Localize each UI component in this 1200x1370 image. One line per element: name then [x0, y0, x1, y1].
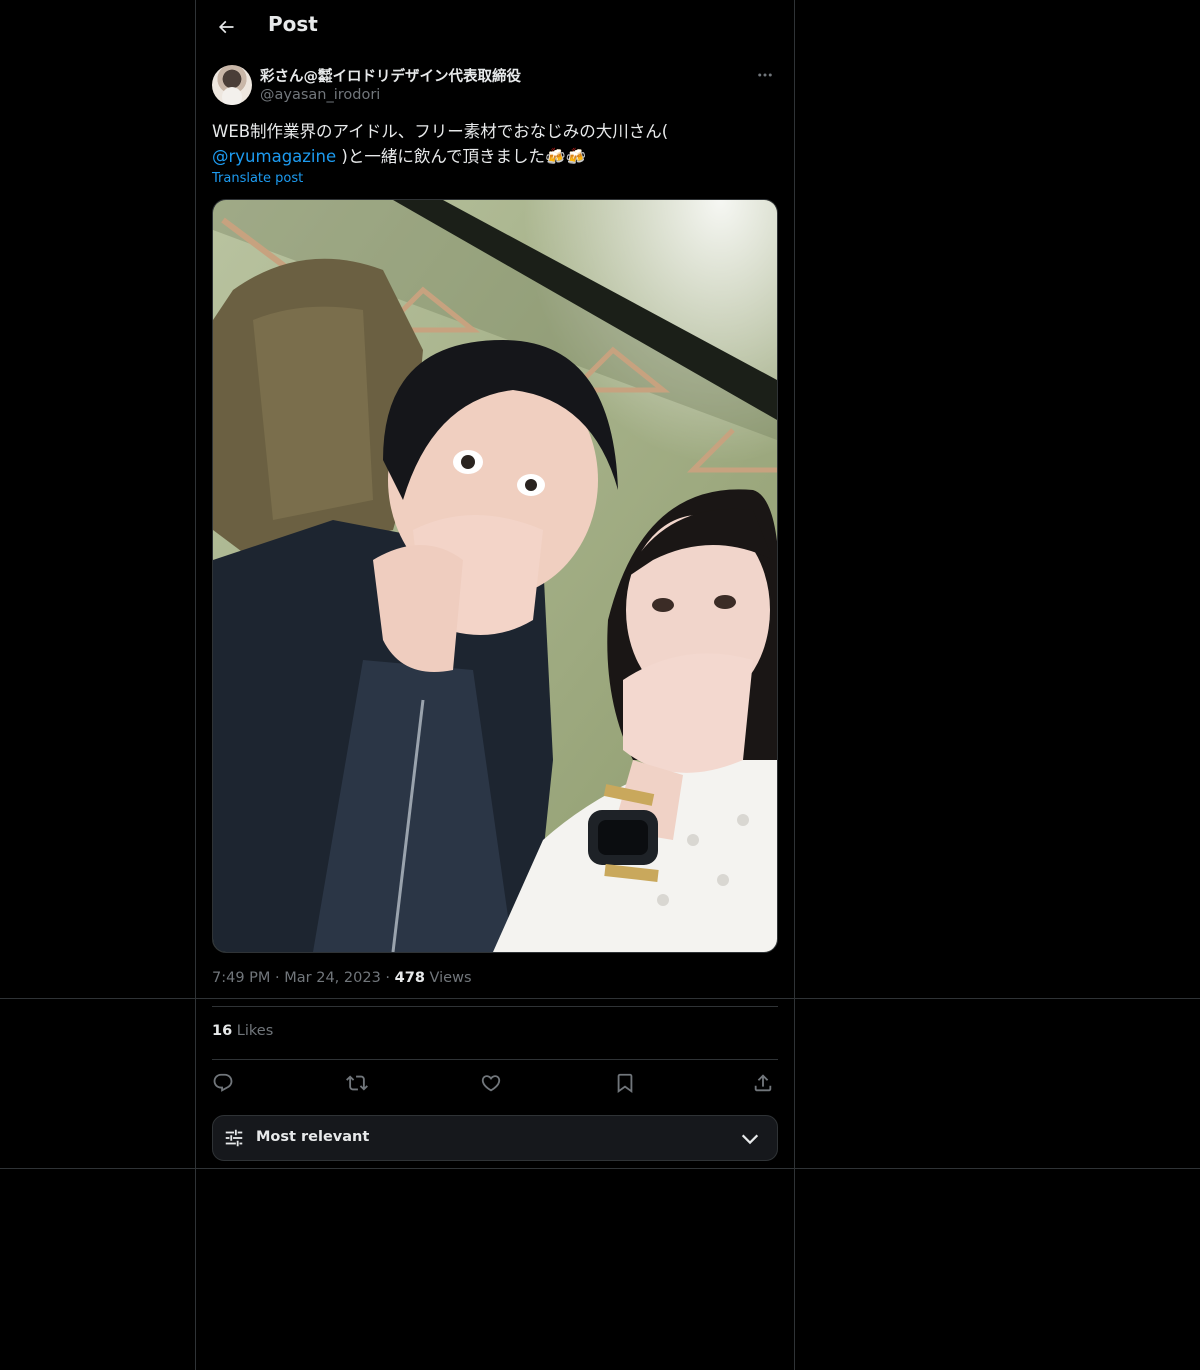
meta-separator: ·	[385, 970, 391, 986]
post-header: Post	[196, 0, 794, 54]
author-handle[interactable]: @ayasan_irodori	[260, 87, 380, 103]
heart-icon	[481, 1075, 501, 1092]
more-options-button[interactable]	[754, 64, 776, 86]
post-text-part2: )と一緒に飲んで頂きました🍻🍻	[341, 147, 587, 166]
page-title: Post	[268, 12, 318, 36]
post-author: 彩さん@㍿イロドリデザイン代表取締役 @ayasan_irodori	[212, 64, 778, 108]
back-button[interactable]	[208, 9, 244, 45]
post-text: WEB制作業界のアイドル、フリー素材でおなじみの大川さん( @ryumagazin…	[212, 119, 778, 169]
bookmark-icon	[617, 1073, 633, 1094]
more-horizontal-icon	[758, 73, 772, 77]
meta-separator: ·	[275, 970, 280, 986]
photo-illustration	[213, 200, 777, 952]
post-time[interactable]: 7:49 PM	[212, 970, 270, 986]
mention-link[interactable]: @ryumagazine	[212, 147, 336, 166]
post-actions	[212, 1066, 778, 1100]
reply-icon	[213, 1073, 233, 1092]
reply-sort-dropdown[interactable]: Most relevant	[212, 1115, 778, 1161]
bookmark-button[interactable]	[608, 1066, 642, 1100]
share-button[interactable]	[746, 1066, 780, 1100]
post-date[interactable]: Mar 24, 2023	[284, 970, 381, 986]
likes-stat[interactable]: 16 Likes	[212, 1023, 273, 1039]
primary-column: Post 彩さん@㍿イロドリデザイン代表取締役 @ayasan_irodori …	[195, 0, 795, 1370]
arrow-left-icon	[218, 20, 234, 34]
avatar[interactable]	[212, 65, 252, 105]
likes-label: Likes	[236, 1023, 274, 1039]
reply-button[interactable]	[206, 1066, 240, 1100]
sort-label: Most relevant	[256, 1129, 370, 1145]
views-label: Views	[429, 970, 472, 986]
post-photo[interactable]	[212, 199, 778, 953]
sliders-icon	[225, 1129, 243, 1147]
author-display-name[interactable]: 彩さん@㍿イロドリデザイン代表取締役	[260, 65, 521, 86]
divider	[212, 1059, 778, 1060]
like-button[interactable]	[474, 1066, 508, 1100]
translate-post-link[interactable]: Translate post	[212, 171, 303, 186]
repost-button[interactable]	[340, 1066, 374, 1100]
post-text-part1: WEB制作業界のアイドル、フリー素材でおなじみの大川さん(	[212, 122, 669, 141]
share-icon	[754, 1074, 772, 1092]
post-meta: 7:49 PM · Mar 24, 2023 · 478 Views	[212, 970, 472, 986]
views-count: 478	[394, 970, 425, 986]
repost-icon	[346, 1075, 368, 1091]
likes-count: 16	[212, 1023, 233, 1039]
chevron-down-icon	[741, 1134, 759, 1145]
divider	[212, 1006, 778, 1007]
